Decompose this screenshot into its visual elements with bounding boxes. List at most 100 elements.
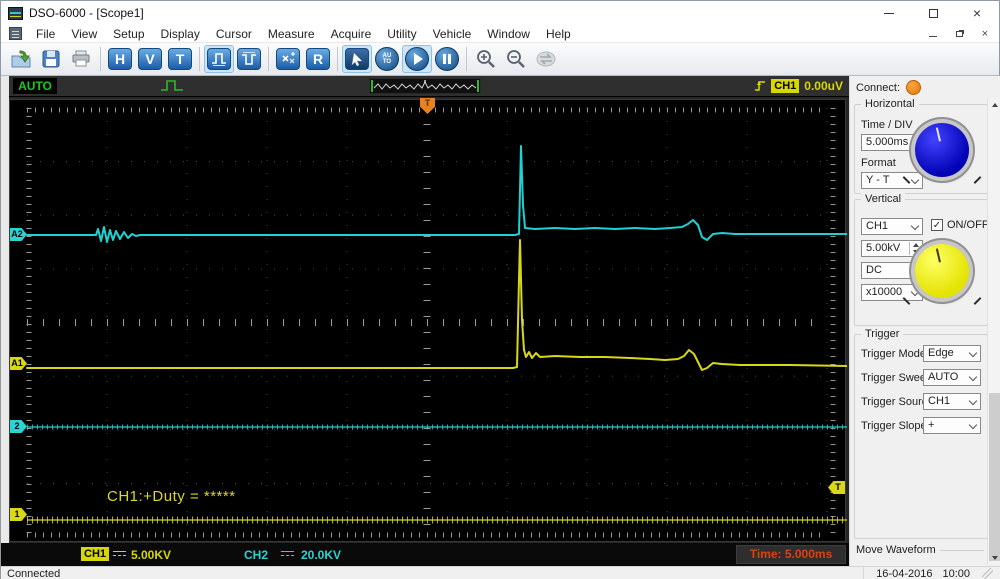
h-label: H	[108, 48, 132, 70]
vertical-button[interactable]: V	[135, 45, 165, 73]
window-title: DSO-6000 - [Scope1]	[29, 6, 144, 20]
menu-setup[interactable]: Setup	[105, 26, 152, 42]
v-label: V	[138, 48, 162, 70]
spinner-arrows[interactable]	[909, 242, 921, 255]
pulse-negative-button[interactable]	[234, 45, 264, 73]
coupling-select[interactable]: DC	[861, 262, 923, 279]
cross-arrows-icon	[282, 52, 295, 64]
checkbox-checked-icon[interactable]: ✓	[931, 219, 943, 231]
trigger-slope-select[interactable]: +	[923, 417, 981, 434]
volts-div-spinner[interactable]: 5.00kV	[861, 240, 923, 257]
positive-pulse-icon	[212, 53, 226, 66]
waveform-svg	[26, 107, 847, 538]
chevron-down-icon	[968, 348, 978, 358]
menu-cursor[interactable]: Cursor	[208, 26, 260, 42]
horizontal-group-title: Horizontal	[861, 98, 919, 110]
zoom-in-button[interactable]	[471, 45, 501, 73]
menu-acquire[interactable]: Acquire	[323, 26, 380, 42]
document-icon	[9, 27, 22, 40]
minimize-button[interactable]	[867, 1, 911, 25]
menu-view[interactable]: View	[63, 26, 105, 42]
horizontal-group: Horizontal Time / DIV 5.000ms Format Y -…	[854, 98, 988, 194]
trigger-slope-label: Trigger Slope	[861, 420, 927, 432]
connection-status: Connected	[7, 567, 61, 579]
trigger-source-select[interactable]: CH1	[923, 393, 981, 410]
negative-pulse-icon	[242, 52, 256, 65]
format-select[interactable]: Y - T	[861, 172, 923, 189]
zoom-in-icon	[477, 50, 495, 68]
calibration-button[interactable]	[273, 45, 303, 73]
t-label: T	[168, 48, 192, 70]
measurement-annotation: CH1:+Duty = *****	[107, 488, 236, 505]
up-arrow-icon	[912, 243, 919, 248]
time-div-select[interactable]: 5.000ms	[861, 134, 923, 151]
trigger-channel-chip: CH1	[771, 79, 800, 93]
scrollbar-thumb[interactable]	[989, 393, 1000, 561]
auto-setup-button[interactable]: AU TO	[372, 45, 402, 73]
maximize-button[interactable]	[911, 1, 955, 25]
menu-utility[interactable]: Utility	[379, 26, 424, 42]
waveform-preview[interactable]	[369, 78, 481, 94]
open-button[interactable]	[6, 45, 36, 73]
channel-readout-bar: CH1 5.00KV CH2 20.0KV Time: 5.000ms	[1, 543, 849, 566]
mdi-close-button[interactable]: ×	[977, 27, 993, 41]
menu-display[interactable]: Display	[153, 26, 208, 42]
pulse-indicator-icon	[159, 78, 185, 99]
double-arrow-icon	[536, 51, 556, 67]
menu-help[interactable]: Help	[538, 26, 579, 42]
panel-scrollbar[interactable]	[987, 98, 1000, 564]
scroll-up-button[interactable]	[988, 98, 1000, 111]
trigger-group-title: Trigger	[861, 328, 904, 340]
mdi-minimize-button[interactable]	[925, 27, 941, 41]
trigger-sweep-select[interactable]: AUTO	[923, 369, 981, 386]
app-icon	[8, 6, 23, 20]
trigger-button[interactable]: T	[165, 45, 195, 73]
cursor-button[interactable]	[342, 45, 372, 73]
scroll-down-button[interactable]	[988, 551, 1000, 564]
trigger-slope-icon	[755, 81, 766, 91]
menu-window[interactable]: Window	[479, 26, 538, 42]
control-panel: Connect: Horizontal Time / DIV 5.000ms F…	[849, 76, 1000, 566]
mdi-restore-button[interactable]	[951, 27, 967, 41]
title-bar: DSO-6000 - [Scope1] ×	[1, 1, 999, 25]
menu-measure[interactable]: Measure	[260, 26, 323, 42]
ch1-main-trace	[26, 239, 847, 371]
vertical-position-knob[interactable]	[915, 244, 969, 298]
ch2-coupling-icon	[281, 551, 294, 559]
trigger-sweep-label: Trigger Sweep	[861, 372, 933, 384]
open-folder-icon	[11, 50, 31, 68]
toolbar: H V T R AU TO	[1, 43, 999, 76]
menu-file[interactable]: File	[28, 26, 63, 42]
play-icon	[405, 47, 429, 71]
ch1-chip: CH1	[81, 547, 110, 561]
move-waveform-group: Move Waveform	[856, 544, 984, 556]
save-button[interactable]	[36, 45, 66, 73]
channel-select[interactable]: CH1	[861, 218, 923, 235]
r-label: R	[306, 48, 330, 70]
zoom-out-button[interactable]	[501, 45, 531, 73]
trigger-level-value: 0.00uV	[804, 79, 843, 93]
trigger-mode-select[interactable]: Edge	[923, 345, 981, 362]
app-window: DSO-6000 - [Scope1] × File View Setup Di…	[0, 0, 1000, 579]
resize-grip[interactable]	[982, 568, 993, 579]
status-time: 10:00	[942, 567, 970, 579]
down-arrow-icon	[912, 249, 919, 254]
trigger-group: Trigger Trigger Mode Edge Trigger Sweep …	[854, 328, 988, 539]
floppy-icon	[42, 50, 60, 68]
horizontal-button[interactable]: H	[105, 45, 135, 73]
horizontal-position-knob[interactable]	[915, 123, 969, 177]
vertical-group: Vertical CH1 ✓ ON/OFF 5.00kV DC x10000	[854, 193, 989, 326]
scope-area: AUTO CH1 0.00uV CH1:+Duty = ***** A2 A1 …	[1, 76, 849, 566]
trigger-readout: CH1 0.00uV	[754, 78, 843, 94]
print-button[interactable]	[66, 45, 96, 73]
run-button[interactable]	[402, 45, 432, 73]
scope-display[interactable]: CH1:+Duty = ***** A2 A1 2 1 T T	[9, 98, 847, 542]
close-button[interactable]: ×	[955, 1, 999, 25]
pulse-positive-button[interactable]	[204, 45, 234, 73]
menu-vehicle[interactable]: Vehicle	[425, 26, 480, 42]
channel-onoff[interactable]: ✓ ON/OFF	[931, 219, 989, 231]
pause-icon	[435, 47, 459, 71]
reference-button[interactable]: R	[303, 45, 333, 73]
probe-select[interactable]: x10000	[861, 284, 923, 301]
pause-button[interactable]	[432, 45, 462, 73]
